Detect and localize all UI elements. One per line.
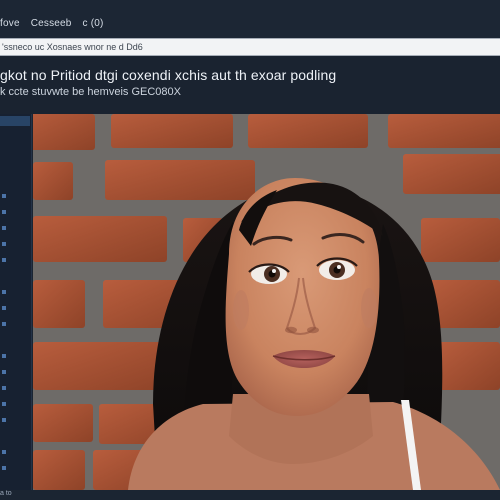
menu-bar: fove Cesseeb c (0) [0, 18, 112, 29]
app-window: fove Cesseeb c (0) 'ssneco uc Xosnaes wn… [0, 0, 500, 500]
status-bar: a to [0, 490, 500, 500]
sidebar-item[interactable] [2, 466, 6, 470]
menu-item[interactable]: Cesseeb [31, 18, 72, 29]
sidebar-item[interactable] [2, 418, 6, 422]
page-subtitle: k ccte stuvwte be hemveis GEC080X [0, 86, 181, 98]
sidebar-indicator-icon[interactable] [0, 116, 30, 126]
menu-item[interactable]: fove [0, 18, 20, 29]
sidebar-item[interactable] [2, 322, 6, 326]
sidebar-item[interactable] [2, 450, 6, 454]
portrait-photo [33, 114, 500, 490]
sidebar-item[interactable] [2, 258, 6, 262]
sidebar-item[interactable] [2, 370, 6, 374]
sidebar-item[interactable] [2, 290, 6, 294]
status-text: a to [0, 490, 12, 497]
sidebar-item[interactable] [2, 242, 6, 246]
sidebar-item[interactable] [2, 306, 6, 310]
page-header: gkot no Pritiod dtgi coxendi xchis aut t… [0, 56, 500, 114]
sidebar-item[interactable] [2, 194, 6, 198]
sidebar-item[interactable] [2, 226, 6, 230]
page-title: gkot no Pritiod dtgi coxendi xchis aut t… [0, 67, 337, 83]
portrait-image [33, 114, 500, 490]
address-text[interactable]: 'ssneco uc Xosnaes wnor ne d Dd6 [2, 42, 143, 52]
sidebar [0, 114, 32, 490]
sidebar-item[interactable] [2, 386, 6, 390]
sidebar-item[interactable] [2, 402, 6, 406]
sidebar-item[interactable] [2, 210, 6, 214]
address-bar[interactable]: 'ssneco uc Xosnaes wnor ne d Dd6 [0, 38, 500, 56]
top-bar: fove Cesseeb c (0) [0, 0, 500, 38]
menu-item[interactable]: c (0) [83, 18, 104, 29]
sidebar-item[interactable] [2, 354, 6, 358]
